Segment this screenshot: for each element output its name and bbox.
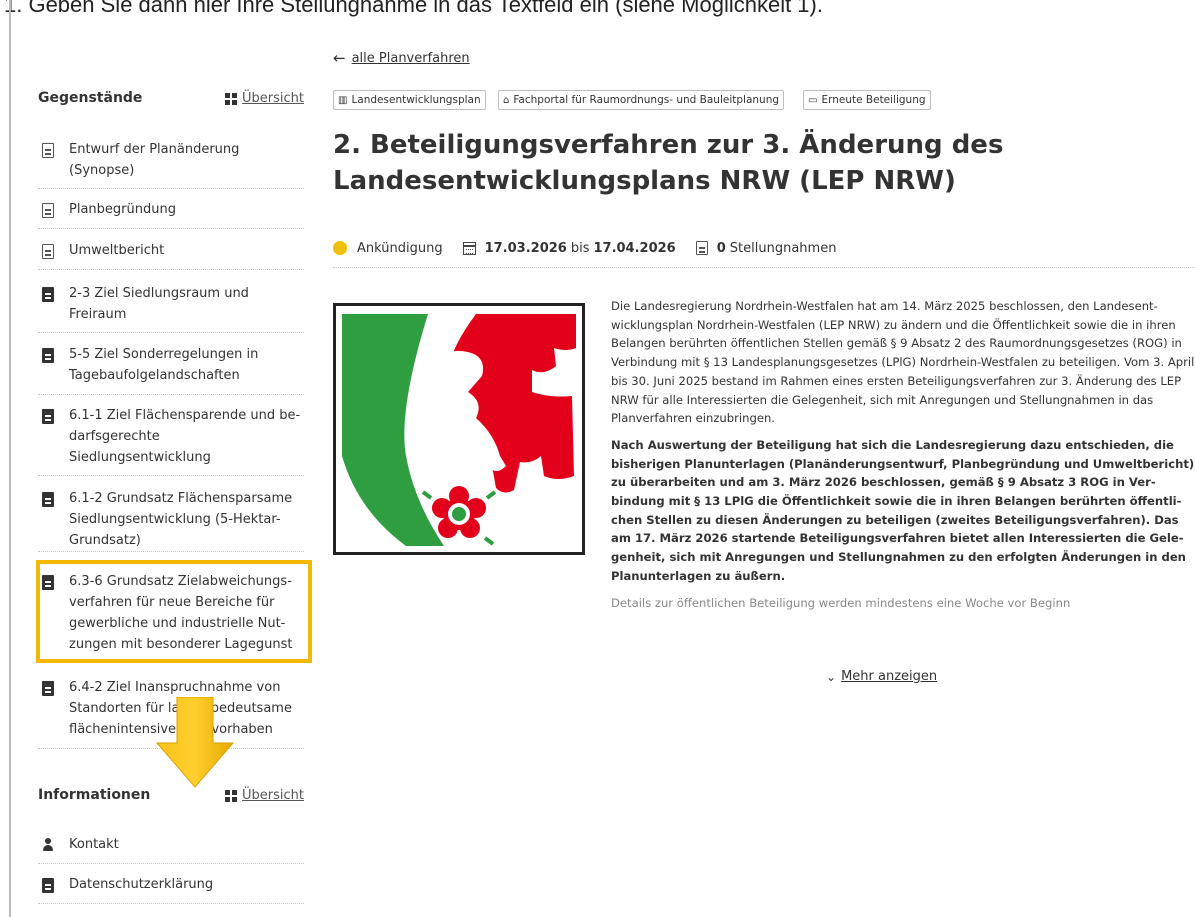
show-more-link[interactable]: ⌄ Mehr anzeigen: [826, 669, 937, 684]
document-outline-icon: [42, 244, 54, 259]
date-separator: bis: [570, 240, 590, 256]
sidebar-item-planbegruendung[interactable]: Planbegründung: [38, 201, 304, 229]
statements-label: Stellungnahmen: [729, 240, 837, 256]
divider: [333, 267, 1195, 268]
sidebar-item-kontakt[interactable]: Kontakt: [38, 836, 304, 864]
status-label: Ankündigung: [357, 240, 443, 256]
sidebar-item-synopse[interactable]: Entwurf der Planänderung (Synopse): [38, 141, 304, 189]
map-icon: ▥: [338, 94, 348, 106]
document-filled-icon: [42, 681, 54, 696]
sidebar-section-gegenstaende: Gegenstände Übersicht: [38, 90, 304, 116]
document-filled-icon: [42, 348, 54, 363]
arrow-left-icon: ←: [333, 49, 346, 67]
sidebar-item-2-3[interactable]: 2-3 Ziel Siedlungsraum und Freiraum: [38, 285, 304, 333]
down-arrow-icon: [155, 697, 235, 788]
nrw-logo: [333, 303, 585, 555]
back-link[interactable]: ← alle Planverfahren: [333, 49, 470, 67]
description-paragraph: Details zur öffentlichen Beteiligung wer…: [611, 595, 1071, 610]
description-paragraph: Nach Auswertung der Beteiligung hat sich…: [611, 437, 1195, 583]
sidebar-item-6-1-2[interactable]: 6.1-2 Grundsatz Flächensparsame Siedlung…: [38, 490, 304, 552]
document-filled-icon: [42, 409, 54, 424]
document-outline-icon: [695, 241, 708, 255]
sidebar-heading-gegenstaende: Gegenstände: [38, 90, 143, 106]
page-divider: [9, 0, 11, 917]
user-icon: [42, 838, 54, 852]
sidebar-item-6-1-1[interactable]: 6.1-1 Ziel Flächensparende und be­darfsg…: [38, 407, 304, 476]
document-filled-icon: [42, 878, 54, 893]
sidebar-item-datenschutz[interactable]: Datenschutzerklärung: [38, 876, 304, 904]
grid-icon: [225, 789, 238, 802]
overview-link-gegenstaende[interactable]: Übersicht: [225, 91, 304, 106]
tag-landesentwicklungsplan[interactable]: ▥ Landesentwicklungsplan: [333, 90, 486, 110]
document-filled-icon: [42, 287, 54, 302]
sidebar-heading-informationen: Informationen: [38, 787, 151, 803]
statements-count: 0: [716, 240, 726, 256]
page-title: 2. Beteiligungsverfahren zur 3. Änderung…: [333, 130, 1004, 196]
instruction-caption: 1. Geben Sie dann hier Ihre Stellungnahm…: [4, 0, 823, 17]
comment-icon: ▭: [808, 94, 818, 106]
meta-row: Ankündigung 17.03.2026 bis 17.04.2026 0 …: [333, 238, 836, 258]
description: Die Landesregierung Nordrhein-Westfalen …: [611, 297, 1195, 620]
document-outline-icon: [42, 143, 54, 158]
sidebar-item-5-5[interactable]: 5-5 Ziel Sonderregelungen in Tagebaufolg…: [38, 346, 304, 395]
grid-icon: [225, 92, 238, 105]
sidebar-item-umweltbericht[interactable]: Umweltbericht: [38, 242, 304, 270]
date-start: 17.03.2026: [484, 240, 567, 256]
institution-icon: ⌂: [503, 94, 510, 106]
tag-fachportal[interactable]: ⌂ Fachportal für Raumordnungs- und Baule…: [498, 90, 785, 110]
highlight-box: [36, 560, 312, 663]
description-paragraph: Die Landesregierung Nordrhein-Westfalen …: [611, 299, 1195, 426]
document-outline-icon: [42, 203, 54, 218]
chevron-down-icon: ⌄: [826, 669, 837, 684]
status-dot-icon: [333, 241, 347, 255]
document-filled-icon: [42, 492, 54, 507]
tag-erneute-beteiligung[interactable]: ▭ Erneute Beteiligung: [803, 90, 931, 110]
date-end: 17.04.2026: [593, 240, 676, 256]
calendar-icon: [462, 241, 476, 255]
overview-link-informationen[interactable]: Übersicht: [225, 788, 304, 803]
sidebar-section-informationen: Informationen Übersicht: [38, 787, 304, 813]
